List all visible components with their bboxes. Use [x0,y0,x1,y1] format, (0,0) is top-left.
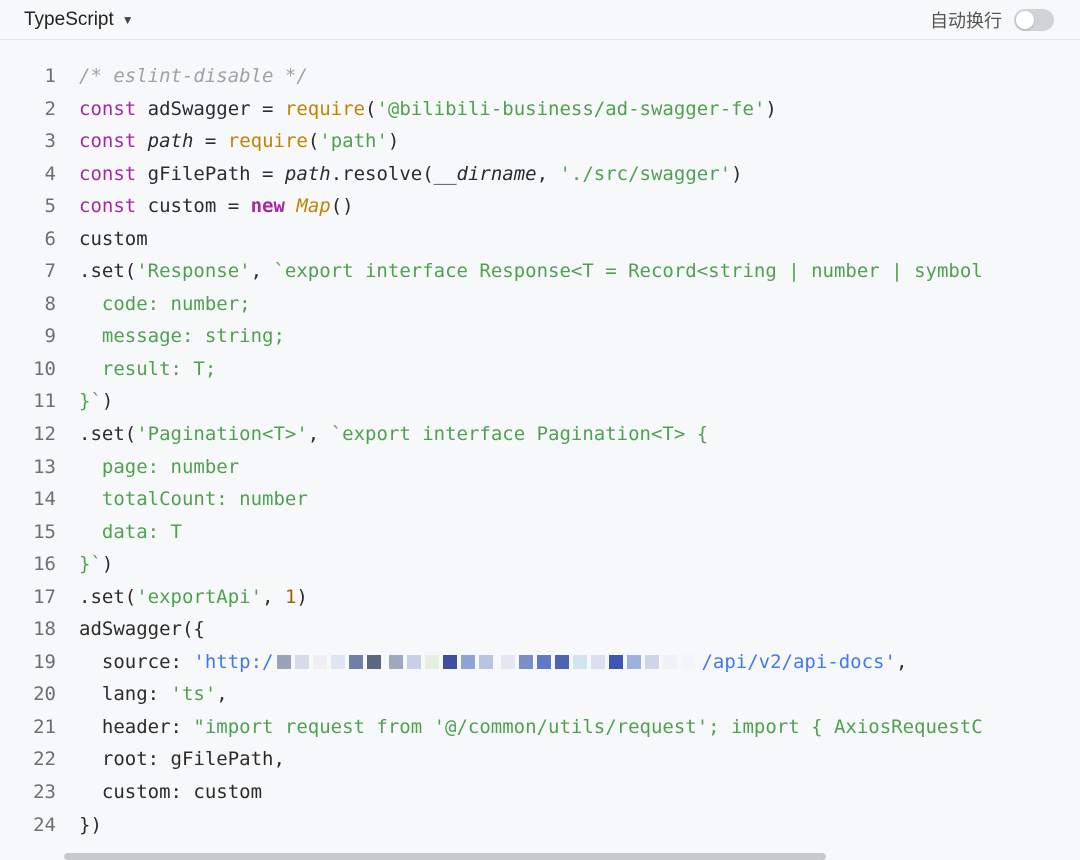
code-line-9: 9 message: string; [0,320,1080,353]
code-line-15: 15 data: T [0,516,1080,549]
word-wrap-toggle[interactable] [1014,8,1054,31]
language-select[interactable]: TypeScript ▼ [24,9,134,31]
line-number: 5 [44,195,56,218]
code-line-7: 7 .set('Response', `export interface Res… [0,255,1080,288]
code-line-2: 2 const adSwagger = require('@bilibili-b… [0,93,1080,126]
pixelated-redaction [277,655,696,670]
horizontal-scrollbar[interactable] [64,853,826,860]
line-number: 7 [44,260,56,283]
code-line-14: 14 totalCount: number [0,483,1080,516]
code-line-11: 11 }`) [0,385,1080,418]
code-line-10: 10 result: T; [0,353,1080,386]
line-number: 24 [33,813,56,836]
code-line-8: 8 code: number; [0,288,1080,321]
code-line-24: 24 }) [0,809,1080,842]
line-number: 12 [33,423,56,446]
line-number: 19 [33,650,56,673]
code-line-18: 18 adSwagger({ [0,613,1080,646]
line-number: 21 [33,715,56,738]
word-wrap-label: 自动换行 [930,10,1002,32]
code-line-13: 13 page: number [0,451,1080,484]
code-line-1: 1 /* eslint-disable */ [0,60,1080,93]
line-number: 11 [33,390,56,413]
language-label: TypeScript [24,8,114,30]
line-number: 8 [44,292,56,315]
line-number: 18 [33,618,56,641]
code-line-17: 17 .set('exportApi', 1) [0,581,1080,614]
code-line-12: 12 .set('Pagination<T>', `export interfa… [0,418,1080,451]
line-number: 15 [33,520,56,543]
code-line-16: 16 }`) [0,548,1080,581]
code-line-3: 3 const path = require('path') [0,125,1080,158]
line-number: 22 [33,748,56,771]
code-editor[interactable]: 1 /* eslint-disable */ 2 const adSwagger… [0,60,1080,850]
editor-toolbar: TypeScript ▼ 自动换行 [0,0,1080,40]
line-number: 4 [44,162,56,185]
line-number: 1 [44,65,56,87]
line-number: 6 [44,227,56,250]
line-number: 14 [33,488,56,511]
code-line-22: 22 root: gFilePath, [0,743,1080,776]
code-line-5: 5 const custom = new Map() [0,190,1080,223]
line-number: 20 [33,683,56,706]
redacted-host [273,652,701,672]
line-number: 2 [44,97,56,120]
line-number: 3 [44,130,56,153]
comment: /* eslint-disable */ [79,65,308,87]
code-line-20: 20 lang: 'ts', [0,678,1080,711]
line-number: 10 [33,357,56,380]
line-number: 16 [33,553,56,576]
code-line-23: 23 custom: custom [0,776,1080,809]
code-line-6: 6 custom [0,223,1080,256]
code-line-21: 21 header: "import request from '@/commo… [0,711,1080,744]
line-number: 17 [33,585,56,608]
word-wrap-control: 自动换行 [930,7,1054,33]
toggle-knob [1016,10,1034,29]
line-number: 13 [33,455,56,478]
line-number: 23 [33,781,56,804]
code-line-4: 4 const gFilePath = path.resolve(__dirna… [0,158,1080,191]
code-line-19: 19 source: 'http:/ /api/v2/api-docs', [0,646,1080,679]
caret-down-icon: ▼ [121,12,134,27]
line-number: 9 [44,325,56,348]
